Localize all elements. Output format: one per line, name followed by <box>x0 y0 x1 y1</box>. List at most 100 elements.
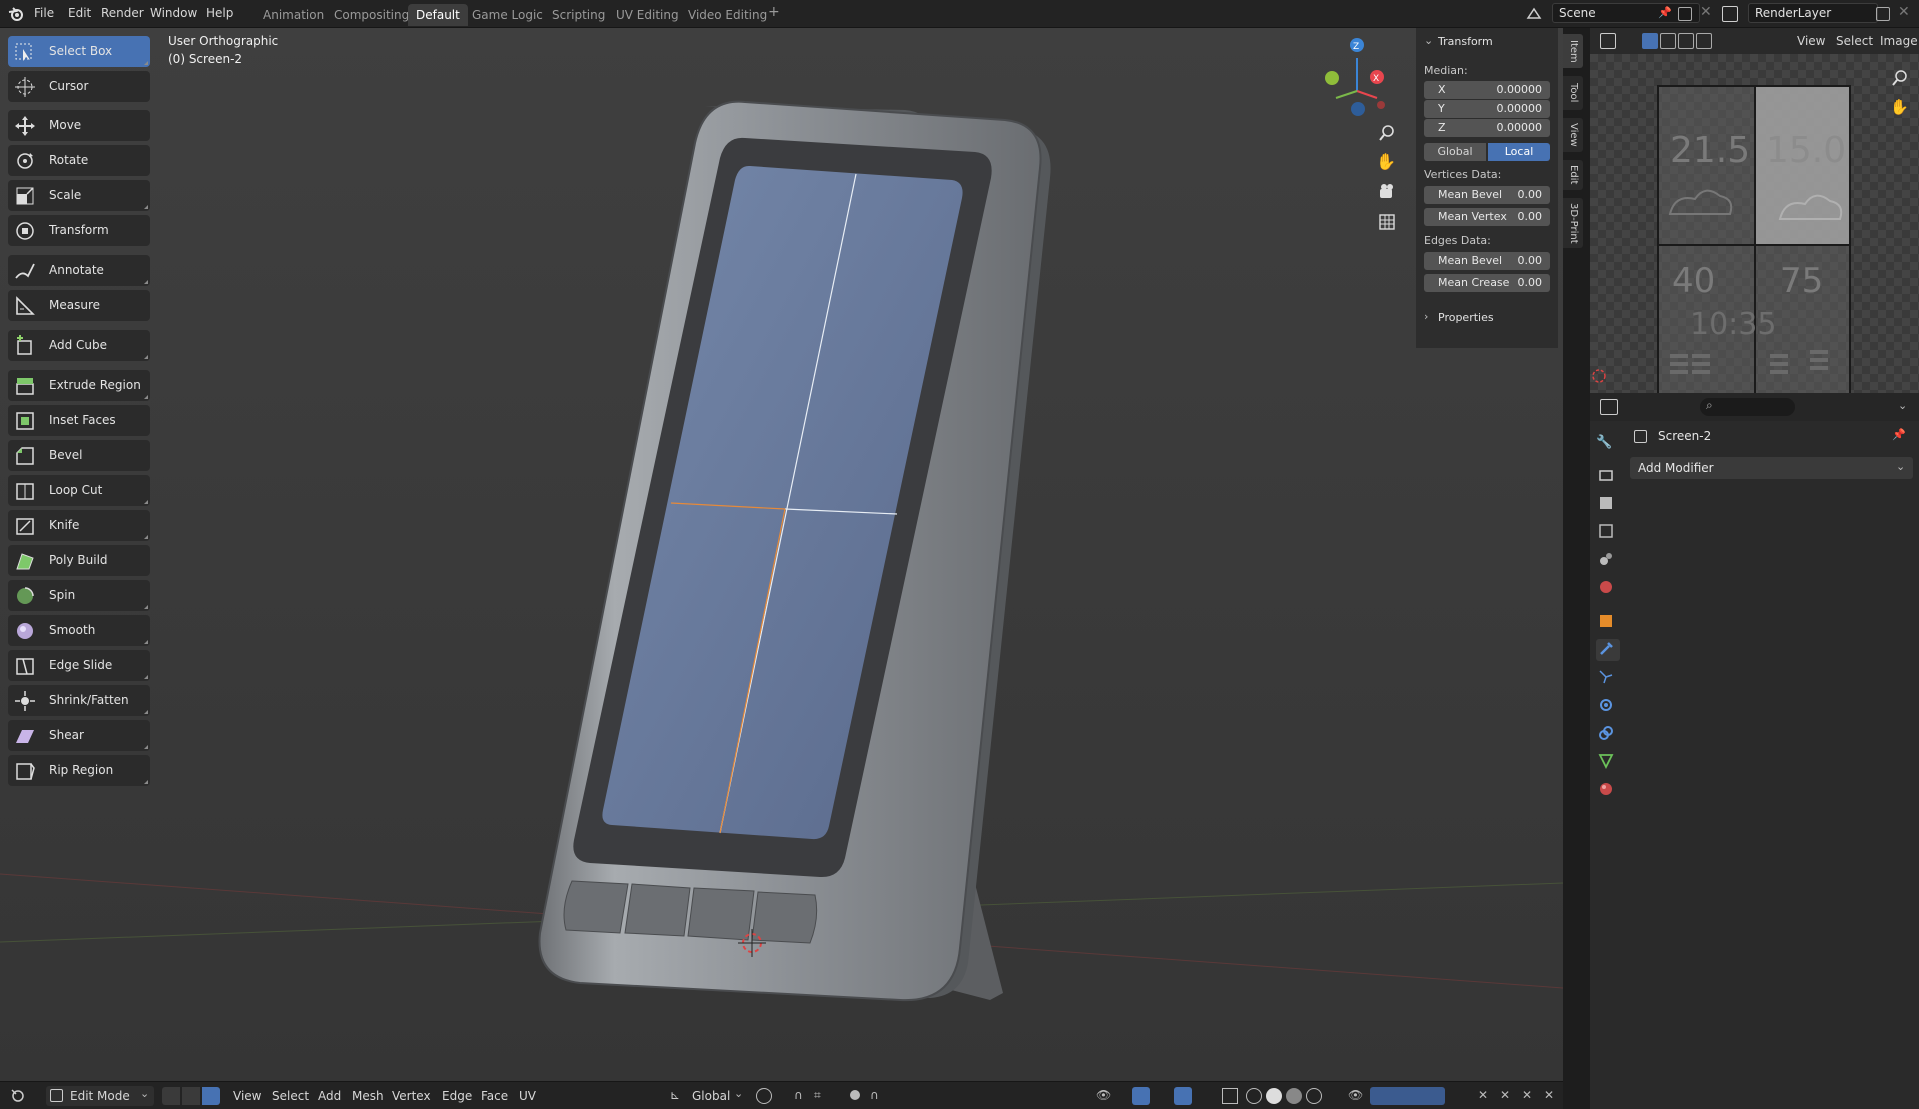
properties-editor-type-icon[interactable] <box>1600 399 1618 415</box>
tool-loop-cut[interactable]: Loop Cut <box>8 475 150 506</box>
3d-viewport[interactable]: Z X User Orthographic (0) Screen-2 ✋ Sel… <box>0 28 1563 1081</box>
local-toggle[interactable]: Local <box>1488 143 1550 161</box>
physics-properties-icon[interactable] <box>1596 695 1620 717</box>
add-workspace-button[interactable]: + <box>768 4 780 20</box>
transform-section-title[interactable]: Transform <box>1438 35 1493 48</box>
vertex-select-icon[interactable] <box>162 1087 180 1105</box>
mean-bevel-vertex-field[interactable]: Mean Bevel 0.00 <box>1424 186 1550 204</box>
menu-vertex[interactable]: Vertex <box>392 1089 431 1103</box>
zoom-icon[interactable] <box>1376 122 1398 144</box>
add-modifier-dropdown[interactable]: Add Modifier ⌄ <box>1630 457 1913 479</box>
new-scene-icon[interactable] <box>1678 7 1692 21</box>
menu-edit[interactable]: Edit <box>68 6 91 20</box>
tool-shear[interactable]: Shear <box>8 720 150 751</box>
close-icon[interactable]: ✕ <box>1544 1088 1560 1104</box>
proportional-falloff-icon[interactable]: ∩ <box>870 1088 886 1104</box>
menu-uv[interactable]: UV <box>519 1089 536 1103</box>
tool-transform[interactable]: Transform <box>8 215 150 246</box>
tool-shrink-fatten[interactable]: Shrink/Fatten <box>8 685 150 716</box>
mesh-visibility-icon[interactable]: 👁 <box>1348 1088 1364 1104</box>
tool-poly-build[interactable]: Poly Build <box>8 545 150 576</box>
x-field[interactable]: X 0.00000 <box>1424 81 1550 99</box>
viewport-scene[interactable]: Z X <box>0 28 1563 1081</box>
mean-bevel-edge-field[interactable]: Mean Bevel 0.00 <box>1424 252 1550 270</box>
snap-magnet-icon[interactable]: ∩ <box>794 1088 810 1104</box>
uv-texture-canvas[interactable]: 21.5 15.0 40 75 10:35 <box>1590 54 1919 393</box>
menu-render[interactable]: Render <box>101 6 144 20</box>
menu-help[interactable]: Help <box>206 6 233 20</box>
image-menu-image[interactable]: Image <box>1880 34 1918 48</box>
orientation-dropdown[interactable]: ⊾ Global ⌄ <box>670 1087 770 1105</box>
camera-icon[interactable] <box>1376 181 1398 203</box>
close-icon[interactable]: ✕ <box>1478 1088 1494 1104</box>
pivot-point-icon[interactable] <box>756 1088 772 1104</box>
close-icon[interactable]: ✕ <box>1522 1088 1538 1104</box>
modifier-properties-icon[interactable] <box>1596 639 1620 661</box>
uv-select-mode-icon[interactable] <box>1642 33 1658 49</box>
tool-spin[interactable]: Spin <box>8 580 150 611</box>
face-select-icon[interactable] <box>202 1087 220 1105</box>
wireframe-shading-icon[interactable] <box>1246 1088 1262 1104</box>
solid-shading-icon[interactable] <box>1266 1088 1282 1104</box>
constraints-properties-icon[interactable] <box>1596 723 1620 745</box>
z-field[interactable]: Z 0.00000 <box>1424 119 1550 137</box>
image-menu-view[interactable]: View <box>1797 34 1825 48</box>
tab-default[interactable]: Default <box>408 4 468 26</box>
tool-knife[interactable]: Knife <box>8 510 150 541</box>
menu-file[interactable]: File <box>34 6 54 20</box>
tool-measure[interactable]: Measure <box>8 290 150 321</box>
scene-properties-icon[interactable] <box>1596 549 1620 571</box>
proportional-edit-icon[interactable] <box>850 1090 860 1100</box>
uv-select-island-icon[interactable] <box>1696 33 1712 49</box>
tool-extrude-region[interactable]: Extrude Region <box>8 370 150 401</box>
material-shading-icon[interactable] <box>1286 1088 1302 1104</box>
menu-select[interactable]: Select <box>272 1089 309 1103</box>
tool-scale[interactable]: Scale <box>8 180 150 211</box>
pin-icon[interactable]: 📌 <box>1658 6 1672 20</box>
image-editor[interactable]: View Select Image 21.5 15.0 40 75 10:35 <box>1590 28 1919 393</box>
menu-add[interactable]: Add <box>318 1089 341 1103</box>
world-properties-icon[interactable] <box>1596 577 1620 599</box>
blender-logo-icon[interactable] <box>8 6 24 22</box>
mesh-analysis-toggles[interactable] <box>1370 1087 1445 1105</box>
pin-icon[interactable]: 📌 <box>1892 428 1906 441</box>
tool-annotate[interactable]: Annotate <box>8 255 150 286</box>
overlays-toggle-icon[interactable] <box>1174 1087 1192 1105</box>
chevron-down-icon[interactable]: ⌄ <box>1424 34 1433 47</box>
close-layer-icon[interactable]: ✕ <box>1898 4 1910 20</box>
xray-toggle-icon[interactable] <box>1222 1088 1238 1104</box>
tool-smooth[interactable]: Smooth <box>8 615 150 646</box>
global-toggle[interactable]: Global <box>1424 143 1486 161</box>
render-properties-icon[interactable] <box>1596 465 1620 487</box>
pan-hand-icon[interactable]: ✋ <box>1376 152 1398 174</box>
y-field[interactable]: Y 0.00000 <box>1424 100 1550 118</box>
tool-inset-faces[interactable]: Inset Faces <box>8 405 150 436</box>
tab-view[interactable]: View <box>1563 118 1583 152</box>
properties-search-input[interactable]: ⌕ <box>1700 398 1795 416</box>
tab-game-logic[interactable]: Game Logic <box>464 4 551 26</box>
tool-move[interactable]: Move <box>8 110 150 141</box>
edge-select-icon[interactable] <box>182 1087 200 1105</box>
menu-mesh[interactable]: Mesh <box>352 1089 384 1103</box>
view-layer-icon[interactable] <box>1722 6 1738 22</box>
mean-vertex-field[interactable]: Mean Vertex 0.00 <box>1424 208 1550 226</box>
scene-icon[interactable] <box>1526 6 1542 22</box>
menu-face[interactable]: Face <box>481 1089 508 1103</box>
tab-video-editing[interactable]: Video Editing <box>680 4 775 26</box>
chevron-right-icon[interactable]: › <box>1424 310 1428 323</box>
object-properties-icon[interactable] <box>1596 611 1620 633</box>
image-pan-hand-icon[interactable]: ✋ <box>1890 98 1909 116</box>
grid-icon[interactable] <box>1376 211 1398 233</box>
menu-window[interactable]: Window <box>150 6 197 20</box>
rendered-shading-icon[interactable] <box>1306 1088 1322 1104</box>
close-icon[interactable]: ✕ <box>1500 1088 1516 1104</box>
tab-animation[interactable]: Animation <box>255 4 332 26</box>
view-layer-properties-icon[interactable] <box>1596 521 1620 543</box>
mean-crease-field[interactable]: Mean Crease 0.00 <box>1424 274 1550 292</box>
tool-rip-region[interactable]: Rip Region <box>8 755 150 786</box>
editor-type-icon[interactable] <box>10 1088 30 1104</box>
tab-scripting[interactable]: Scripting <box>544 4 613 26</box>
tab-edit[interactable]: Edit <box>1563 160 1583 190</box>
tab-uv-editing[interactable]: UV Editing <box>608 4 687 26</box>
visibility-icon[interactable]: 👁 <box>1096 1088 1112 1104</box>
